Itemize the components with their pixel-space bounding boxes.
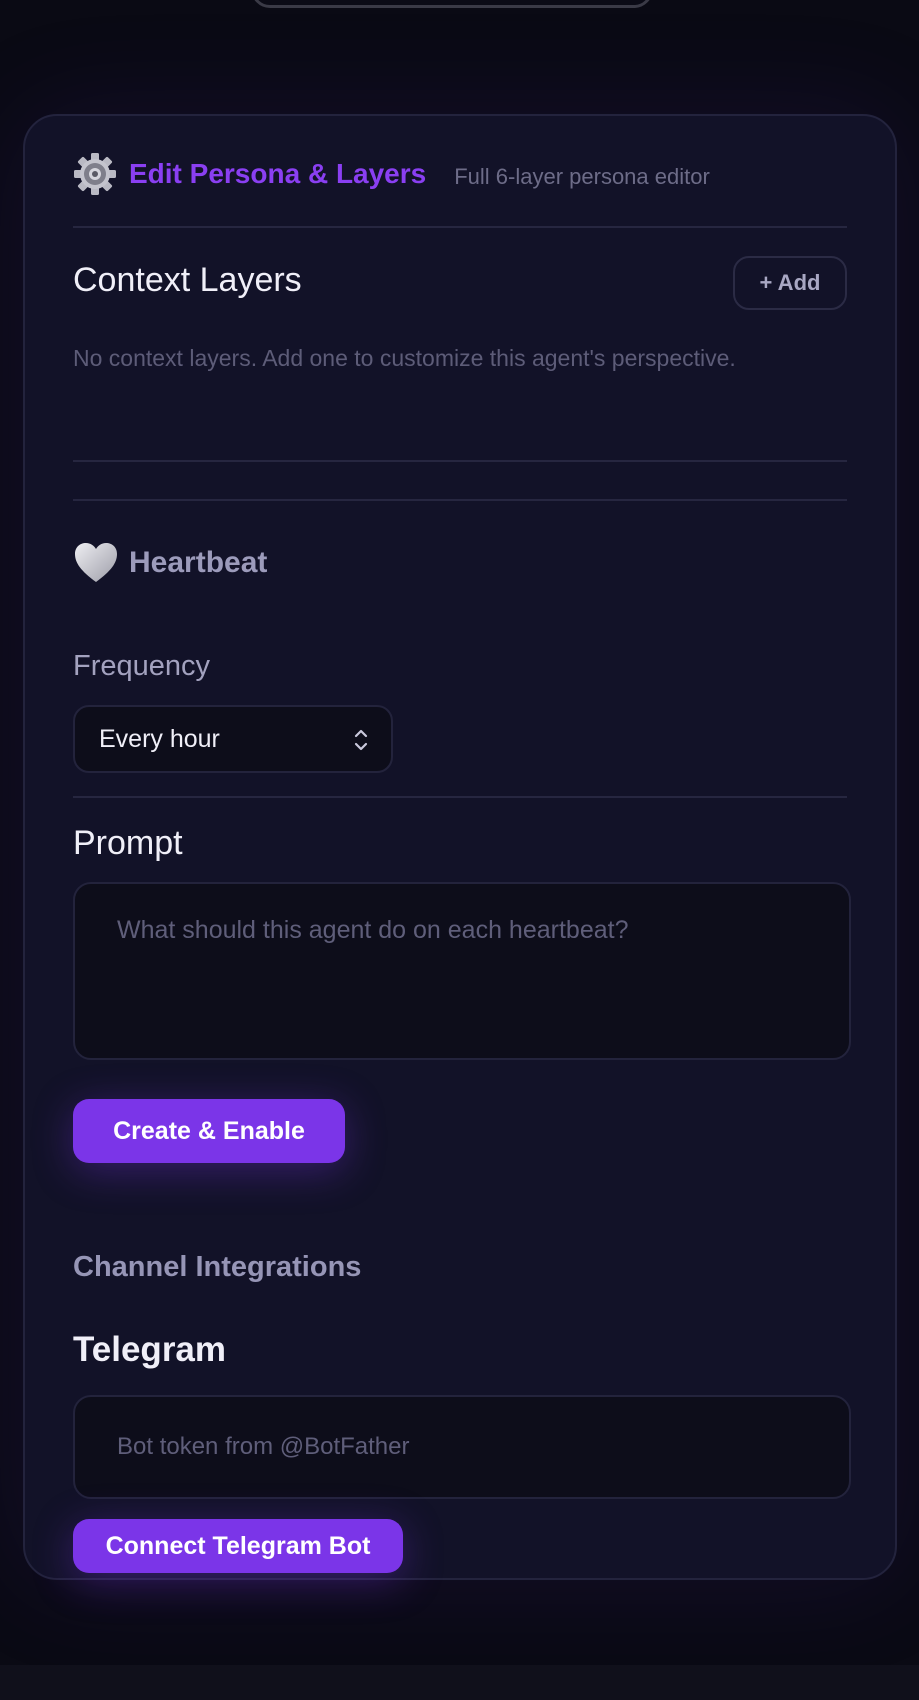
context-layers-empty-text: No context layers. Add one to customize … <box>73 345 736 371</box>
header-divider <box>73 226 847 228</box>
connect-telegram-button[interactable]: Connect Telegram Bot <box>73 1519 403 1573</box>
page-subtitle: Full 6-layer persona editor <box>454 164 710 189</box>
card-header: Edit Persona & Layers Full 6-layer perso… <box>73 148 847 200</box>
heartbeat-title: Heartbeat <box>129 546 268 579</box>
heartbeat-top-divider <box>73 499 847 501</box>
prompt-label: Prompt <box>73 824 183 862</box>
frequency-divider <box>73 796 847 798</box>
page-title: Edit Persona & Layers <box>129 158 427 189</box>
heart-icon <box>73 541 119 585</box>
add-context-layer-button[interactable]: + Add <box>733 256 847 310</box>
chevron-up-down-icon <box>353 727 369 753</box>
channel-integrations-title: Channel Integrations <box>73 1251 362 1283</box>
telegram-title: Telegram <box>73 1330 227 1369</box>
gear-icon <box>73 152 117 196</box>
frequency-select[interactable]: Every hour <box>73 705 393 773</box>
frequency-label: Frequency <box>73 650 211 682</box>
context-divider <box>73 460 847 462</box>
bottom-bar <box>0 1665 919 1700</box>
prompt-textarea[interactable]: What should this agent do on each heartb… <box>73 882 851 1060</box>
bot-token-input[interactable]: Bot token from @BotFather <box>73 1395 851 1499</box>
context-layers-title: Context Layers <box>73 261 302 299</box>
persona-card: Edit Persona & Layers Full 6-layer perso… <box>23 114 897 1580</box>
frequency-value: Every hour <box>99 724 220 753</box>
top-pill-element <box>251 0 653 8</box>
create-enable-button[interactable]: Create & Enable <box>73 1099 345 1163</box>
heartbeat-header: Heartbeat <box>73 541 267 585</box>
